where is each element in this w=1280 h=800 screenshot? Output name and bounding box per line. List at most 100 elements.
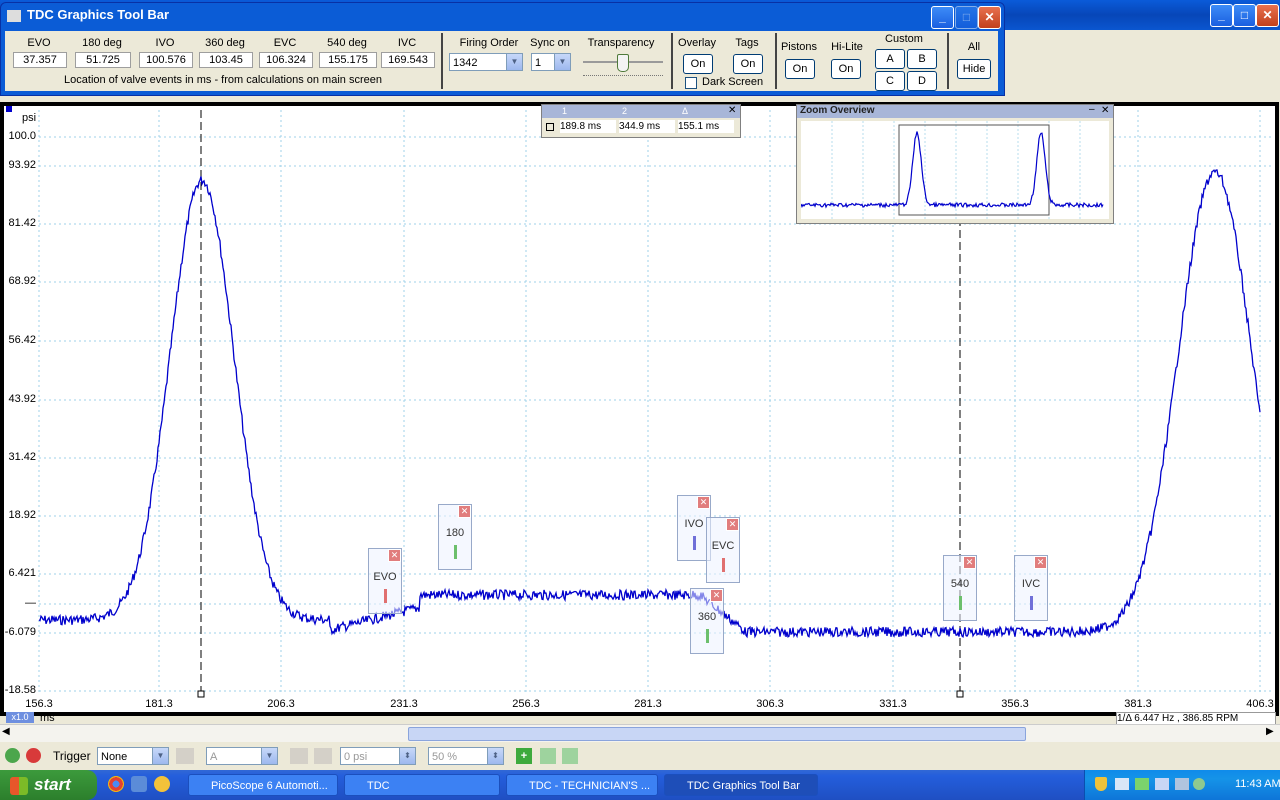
tag-ivc-label: IVC: [1021, 578, 1041, 590]
threshold-value: 0 psi: [344, 751, 368, 763]
ruler-value-2: 344.9 ms: [619, 120, 675, 133]
system-tray: 11:43 AM: [1084, 770, 1280, 800]
tag-180-marker: [454, 545, 457, 559]
tag-180[interactable]: ✕ 180: [438, 504, 472, 570]
x-tick-label: 256.3: [512, 698, 540, 710]
network-icon[interactable]: [1115, 778, 1129, 790]
close-icon[interactable]: ✕: [697, 496, 710, 509]
zoom-overview-window[interactable]: Zoom Overview – ✕: [796, 104, 1114, 224]
y-tick-label: 56.42: [8, 334, 36, 346]
y-tick-label: 6.421: [8, 567, 36, 579]
x-tick-label: 181.3: [145, 698, 173, 710]
task-tdc-toolbar[interactable]: TDC Graphics Tool Bar: [664, 774, 818, 796]
ruler-legend[interactable]: 1 2 Δ ✕ 189.8 ms 344.9 ms 155.1 ms: [541, 104, 741, 138]
y-tick-label: 93.92: [8, 159, 36, 171]
y-tick-label: -18.58: [4, 684, 36, 696]
ruler-header: [542, 105, 740, 118]
remove-measurement-icon[interactable]: [540, 748, 556, 764]
chrome-icon[interactable]: [108, 776, 124, 792]
chevron-down-icon: ▼: [261, 748, 277, 764]
y-tick-label: 68.92: [8, 275, 36, 287]
horizontal-scrollbar[interactable]: ◀ ▶: [0, 724, 1280, 742]
trigger-mode-select[interactable]: None ▼: [97, 747, 169, 765]
pretrigger-spinner[interactable]: 50 % ⬍: [428, 747, 504, 765]
close-icon[interactable]: ✕: [1034, 556, 1047, 569]
tag-evo[interactable]: ✕ EVO: [368, 548, 402, 614]
zoom-overview-plot[interactable]: [801, 121, 1109, 219]
task-tdc-technician[interactable]: TDC - TECHNICIAN'S ...: [506, 774, 658, 796]
start-label: start: [34, 775, 71, 794]
device-icon[interactable]: [1175, 778, 1189, 790]
signal-icon[interactable]: [1135, 778, 1149, 790]
ruler-value-1: 189.8 ms: [560, 120, 616, 133]
volume-icon[interactable]: [1155, 778, 1169, 790]
x-tick-label: 231.3: [390, 698, 418, 710]
task-picoscope[interactable]: PicoScope 6 Automoti...: [188, 774, 338, 796]
falling-edge-icon[interactable]: [314, 748, 332, 764]
tag-ivc[interactable]: ✕ IVC: [1014, 555, 1048, 621]
tag-360-label: 360: [697, 611, 717, 623]
x-tick-label: 331.3: [879, 698, 907, 710]
ruler-col2-header: 2: [622, 106, 628, 116]
y-tick-label: 31.42: [8, 451, 36, 463]
x-tick-label: 281.3: [634, 698, 662, 710]
windows-logo-icon: [10, 776, 28, 795]
tag-evc-label: EVC: [711, 540, 735, 552]
chevron-down-icon: ▼: [152, 748, 168, 764]
tag-540[interactable]: ✕ 540: [943, 555, 977, 621]
waveform-trace: [38, 169, 1261, 639]
y-tick-label: —: [25, 597, 36, 609]
x-tick-label: 206.3: [267, 698, 295, 710]
x-tick-label: 381.3: [1124, 698, 1152, 710]
tag-540-label: 540: [950, 578, 970, 590]
edit-measurement-icon[interactable]: [562, 748, 578, 764]
start-button[interactable]: start: [0, 770, 97, 800]
threshold-spinner[interactable]: 0 psi ⬍: [340, 747, 416, 765]
x-tick-label: 406.3: [1246, 698, 1274, 710]
spinner-icon: ⬍: [399, 748, 415, 764]
tag-360[interactable]: ✕ 360: [690, 588, 724, 654]
trigger-channel-select[interactable]: A ▼: [206, 747, 278, 765]
tag-evc-marker: [722, 558, 725, 572]
close-icon[interactable]: ✕: [726, 518, 739, 531]
minimize-icon[interactable]: –: [1089, 104, 1095, 115]
explorer-icon[interactable]: [131, 776, 147, 792]
x-tick-label: 156.3: [25, 698, 53, 710]
tag-evc[interactable]: ✕ EVC: [706, 517, 740, 583]
ruler-checkbox[interactable]: [546, 123, 554, 131]
trigger-settings-icon[interactable]: [176, 748, 194, 764]
scroll-left-icon[interactable]: ◀: [2, 726, 10, 737]
scroll-right-icon[interactable]: ▶: [1266, 726, 1274, 737]
close-icon[interactable]: ✕: [1101, 105, 1109, 116]
close-icon[interactable]: ✕: [963, 556, 976, 569]
add-measurement-icon[interactable]: +: [516, 748, 532, 764]
pretrigger-value: 50 %: [432, 751, 458, 763]
security-shield-icon[interactable]: [1095, 777, 1107, 791]
trigger-channel-value: A: [210, 751, 218, 763]
stop-icon[interactable]: [26, 748, 41, 763]
close-icon[interactable]: ✕: [388, 549, 401, 562]
spinner-icon: ⬍: [487, 748, 503, 764]
trigger-label: Trigger: [53, 749, 91, 763]
tag-ivc-marker: [1030, 596, 1033, 610]
close-icon[interactable]: ✕: [458, 505, 471, 518]
close-icon[interactable]: ✕: [728, 105, 736, 116]
tag-evo-label: EVO: [373, 571, 397, 583]
ruler-col1-header: 1: [562, 106, 568, 116]
y-tick-label: 100.0: [8, 130, 36, 142]
tag-360-marker: [706, 629, 709, 643]
tag-ivo-marker: [693, 536, 696, 550]
tag-evo-marker: [384, 589, 387, 603]
rising-edge-icon[interactable]: [290, 748, 308, 764]
time-cursor-handle[interactable]: [956, 690, 964, 698]
task-tdc-folder[interactable]: TDC: [344, 774, 500, 796]
x-unit-label: ms: [40, 712, 55, 724]
update-icon[interactable]: [1193, 778, 1205, 790]
y-tick-label: 81.42: [8, 217, 36, 229]
run-icon[interactable]: [5, 748, 20, 763]
close-icon[interactable]: ✕: [710, 589, 723, 602]
x-tick-label: 356.3: [1001, 698, 1029, 710]
media-player-icon[interactable]: [154, 776, 170, 792]
time-cursor-handle[interactable]: [197, 690, 205, 698]
scrollbar-thumb[interactable]: [408, 727, 1026, 741]
